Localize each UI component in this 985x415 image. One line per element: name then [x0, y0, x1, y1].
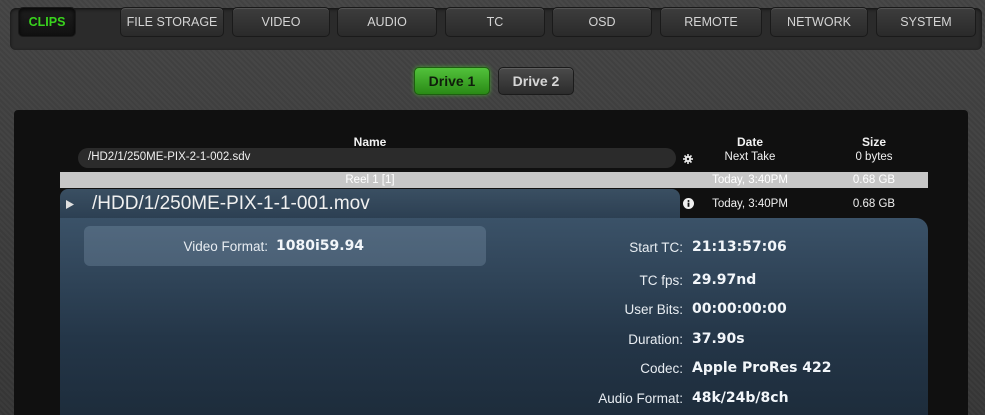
tab-osd[interactable]: OSD [552, 7, 652, 37]
duration-value: 37.90s [692, 331, 745, 347]
codec-value: Apple ProRes 422 [692, 360, 832, 376]
next-take-size: 0 bytes [855, 151, 893, 163]
reel-size: 0.68 GB [852, 174, 896, 186]
gear-icon[interactable] [683, 154, 693, 164]
drive-2-button[interactable]: Drive 2 [498, 67, 574, 95]
selected-clip-name: /HDD/1/250ME-PIX-1-1-001.mov [92, 193, 370, 214]
tab-network[interactable]: NETWORK [770, 7, 868, 37]
video-format-label: Video Format: [183, 239, 268, 254]
tab-system[interactable]: SYSTEM [876, 7, 976, 37]
tab-audio[interactable]: AUDIO [337, 7, 437, 37]
column-header-name[interactable]: Name [320, 135, 420, 149]
tc-fps-label: TC fps: [639, 273, 683, 288]
codec-label: Codec: [640, 361, 683, 376]
start-tc-label: Start TC: [629, 240, 683, 255]
tab-remote[interactable]: REMOTE [660, 7, 762, 37]
next-take-date: Next Take [724, 151, 776, 163]
audio-format-value: 48k/24b/8ch [692, 390, 789, 406]
tab-video[interactable]: VIDEO [232, 7, 330, 37]
next-take-name: /HD2/1/250ME-PIX-2-1-002.sdv [88, 151, 251, 163]
start-tc-value: 21:13:57:06 [692, 239, 787, 255]
user-bits-label: User Bits: [624, 302, 683, 317]
audio-format-label: Audio Format: [598, 391, 683, 406]
tab-tc[interactable]: TC [445, 7, 545, 37]
info-icon[interactable] [683, 198, 694, 209]
reel-label: Reel 1 [1] [345, 174, 395, 186]
play-triangle-icon[interactable] [66, 200, 74, 209]
user-bits-value: 00:00:00:00 [692, 301, 787, 317]
duration-label: Duration: [628, 332, 683, 347]
video-format-value: 1080i59.94 [276, 238, 365, 254]
tc-fps-value: 29.97nd [692, 272, 757, 288]
column-header-size[interactable]: Size [834, 135, 914, 149]
column-header-date[interactable]: Date [700, 135, 800, 149]
selected-clip-date: Today, 3:40PM [712, 198, 788, 210]
drive-1-button[interactable]: Drive 1 [414, 67, 490, 95]
tab-clips[interactable]: CLIPS [18, 7, 76, 37]
selected-clip-size: 0.68 GB [852, 198, 896, 210]
tab-file-storage[interactable]: FILE STORAGE [120, 7, 224, 37]
reel-date: Today, 3:40PM [712, 174, 788, 186]
